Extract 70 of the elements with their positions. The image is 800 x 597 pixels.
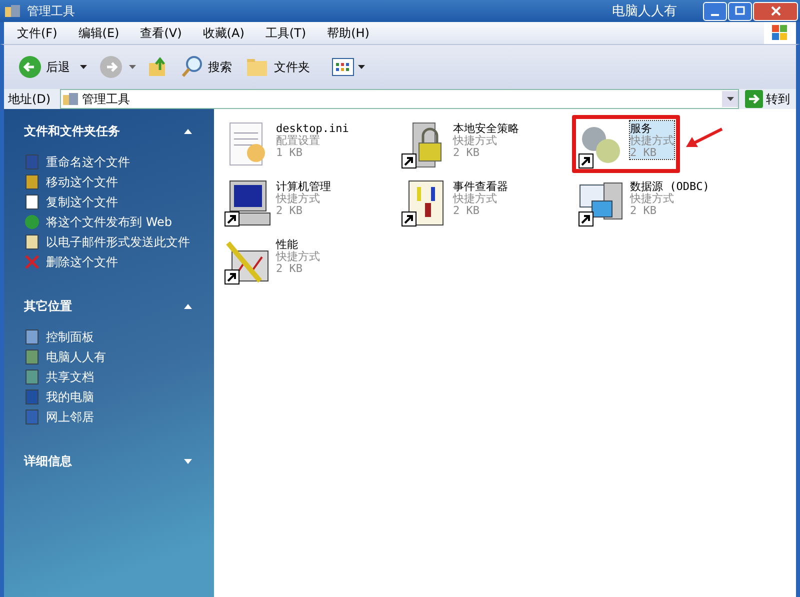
minimize-button[interactable]	[703, 2, 727, 20]
menu-item[interactable]: 收藏(A)	[196, 24, 252, 42]
file-type: 配置设置	[276, 135, 320, 147]
caret-icon	[726, 97, 734, 101]
task-link[interactable]: 复制这个文件	[46, 194, 118, 210]
folders-button[interactable]: 文件夹	[242, 54, 314, 80]
window-title: 管理工具	[27, 2, 75, 20]
task-link[interactable]: 电脑人人有	[46, 349, 106, 365]
file-name[interactable]: desktop.ini	[276, 123, 349, 135]
task-link[interactable]: 网上邻居	[46, 409, 94, 425]
panel-title[interactable]: 详细信息	[24, 453, 72, 470]
close-button[interactable]	[753, 2, 798, 20]
menu-item[interactable]: 编辑(E)	[71, 24, 126, 42]
task-link[interactable]: 删除这个文件	[46, 254, 118, 270]
file-size: 1 KB	[276, 147, 304, 159]
maximize-button[interactable]	[728, 2, 752, 20]
collapse-icon[interactable]	[184, 304, 192, 309]
folder-icon	[246, 56, 270, 78]
file-type: 快捷方式	[276, 193, 321, 205]
task-link[interactable]: 将这个文件发布到 Web	[46, 214, 172, 230]
file-type: 快捷方式	[453, 193, 498, 205]
go-button[interactable]: 转到	[743, 90, 796, 108]
computer-file-icon[interactable]	[224, 179, 272, 227]
menu-item[interactable]: 工具(T)	[258, 24, 314, 42]
maximize-icon	[735, 6, 745, 16]
file-name[interactable]: 数据源 (ODBC)	[630, 181, 710, 193]
annotation-arrow	[684, 127, 724, 149]
task-link[interactable]: 共享文档	[46, 369, 94, 385]
panel-title[interactable]: 其它位置	[24, 298, 72, 315]
menu-item[interactable]: 查看(V)	[133, 24, 189, 42]
search-button[interactable]: 搜索	[176, 53, 236, 81]
panel-title[interactable]: 文件和文件夹任务	[24, 123, 120, 140]
folder-tools-icon	[63, 92, 79, 106]
file-name[interactable]: 计算机管理	[276, 181, 331, 193]
task-link[interactable]: 移动这个文件	[46, 174, 118, 190]
address-field[interactable]: 管理工具	[60, 89, 739, 109]
file-name[interactable]: 事件查看器	[453, 181, 508, 193]
file-size: 2 KB	[630, 147, 658, 159]
minimize-icon	[711, 14, 719, 16]
file-size: 2 KB	[276, 263, 304, 275]
file-size: 2 KB	[630, 205, 658, 217]
caret-icon	[358, 65, 365, 69]
menu-item[interactable]: 帮助(H)	[320, 24, 376, 42]
task-link[interactable]: 控制面板	[46, 329, 94, 345]
task-link[interactable]: 以电子邮件形式发送此文件	[46, 234, 190, 250]
task-link[interactable]: 重命名这个文件	[46, 154, 130, 170]
file-name[interactable]: 性能	[276, 239, 320, 251]
file-type: 快捷方式	[630, 193, 675, 205]
dropdown-button[interactable]	[722, 91, 738, 107]
folder-tools-icon	[5, 4, 21, 18]
task-link[interactable]: 我的电脑	[46, 389, 94, 405]
search-icon	[180, 55, 204, 79]
file-name[interactable]: 本地安全策略	[453, 123, 519, 135]
title-bar-label: 电脑人人有	[612, 3, 677, 20]
file-size: 2 KB	[453, 147, 480, 159]
menu-item[interactable]: 文件(F)	[10, 24, 64, 42]
file-size: 2 KB	[453, 205, 480, 217]
file-name[interactable]: 服务	[630, 123, 674, 135]
collapse-icon[interactable]	[184, 129, 192, 134]
file-size: 2 KB	[276, 205, 304, 217]
close-icon	[770, 6, 780, 16]
address-label: 地址(D)	[8, 90, 52, 108]
expand-icon[interactable]	[184, 459, 192, 464]
windows-logo	[764, 22, 796, 44]
address-value: 管理工具	[82, 90, 130, 108]
file-type: 快捷方式	[453, 135, 498, 147]
back-button[interactable]: 后退	[14, 53, 74, 81]
file-type: 快捷方式	[276, 251, 320, 263]
file-type: 快捷方式	[630, 135, 674, 147]
caret-icon[interactable]	[80, 65, 87, 69]
